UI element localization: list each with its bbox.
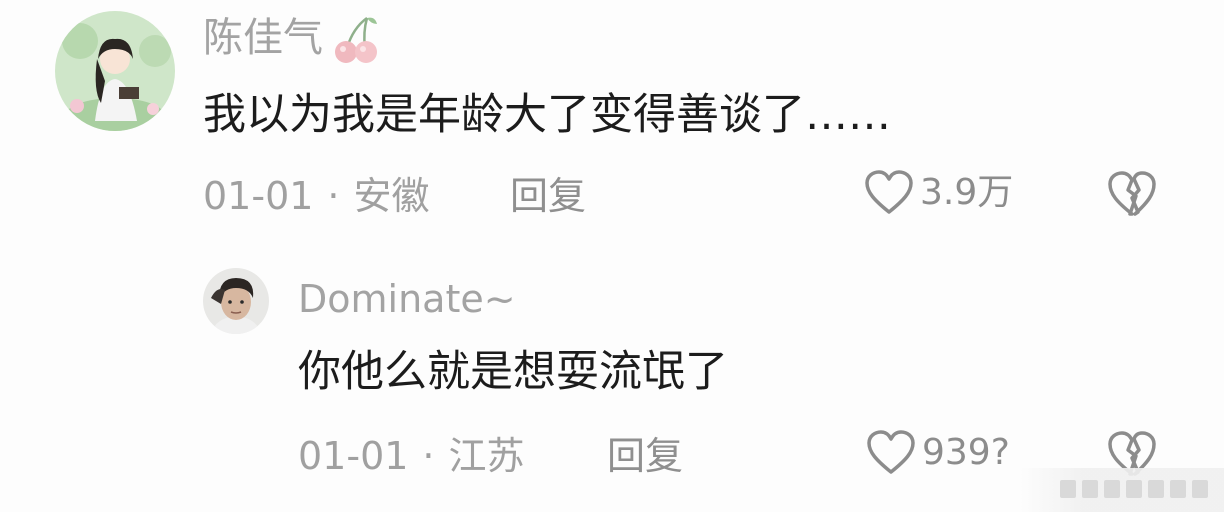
- dislike-button[interactable]: [1106, 170, 1158, 218]
- like-button[interactable]: 3.9万: [864, 170, 1013, 216]
- comment-location: 江苏: [448, 434, 525, 478]
- broken-heart-icon: [1108, 171, 1156, 216]
- like-count: 3.9万: [920, 172, 1014, 213]
- separator: ·: [327, 174, 340, 218]
- comment-text: 我以为我是年龄大了变得善谈了……: [203, 90, 891, 140]
- heart-icon: [867, 430, 915, 474]
- reply-button[interactable]: 回复: [607, 437, 683, 475]
- like-count: 939?: [922, 432, 1010, 473]
- avatar[interactable]: [55, 11, 175, 131]
- comment-meta: 01-01 · 江苏: [298, 437, 525, 475]
- cherry-icon: [333, 14, 381, 66]
- heart-icon: [865, 170, 913, 214]
- comment-location: 安徽: [353, 174, 430, 218]
- like-button[interactable]: 939?: [866, 430, 1010, 476]
- reply-button[interactable]: 回复: [510, 177, 586, 215]
- username[interactable]: Dominate~: [298, 280, 516, 318]
- comment-thread: 陈佳气 我以为我是年龄大了变得善谈了…… 01-01 · 安徽 回复 3.9万: [0, 0, 1224, 512]
- comment-date: 01-01: [298, 434, 409, 478]
- username[interactable]: 陈佳气: [203, 18, 323, 58]
- avatar[interactable]: [203, 268, 269, 334]
- comment-text: 你他么就是想耍流氓了: [298, 347, 728, 397]
- separator: ·: [422, 434, 435, 478]
- watermark: [1020, 468, 1224, 512]
- comment-date: 01-01: [203, 174, 314, 218]
- comment-meta: 01-01 · 安徽: [203, 177, 430, 215]
